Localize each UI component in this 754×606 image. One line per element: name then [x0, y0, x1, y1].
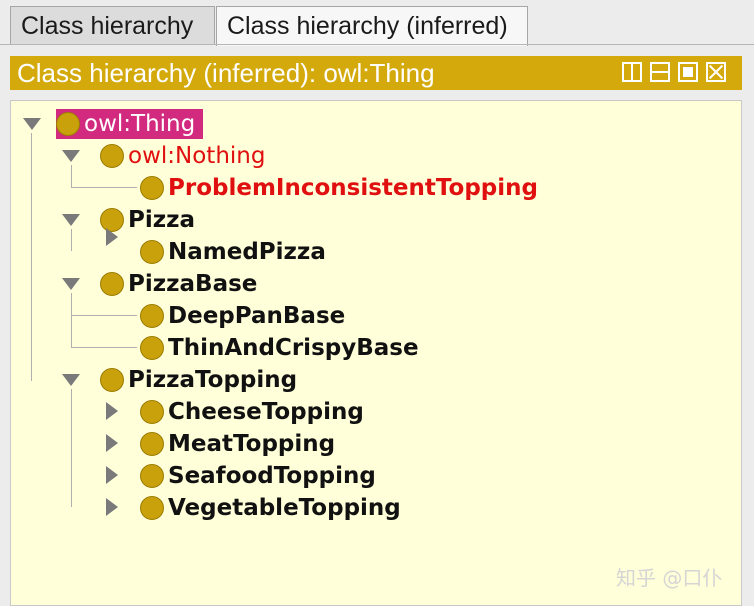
tree-node-label: PizzaBase: [128, 271, 258, 297]
tree-node-cheese-topping[interactable]: CheeseTopping: [140, 397, 364, 427]
tree-node-label: owl:Nothing: [128, 143, 266, 169]
tree-guide-line: [71, 229, 72, 251]
class-icon: [140, 400, 164, 424]
tree-node-label: Pizza: [128, 207, 196, 233]
tree-node-pizza-base[interactable]: PizzaBase: [100, 269, 257, 299]
tree-node-label: DeepPanBase: [168, 303, 346, 329]
minimize-icon[interactable]: [650, 62, 670, 82]
tree-guide-line: [71, 389, 72, 507]
tab-class-hierarchy[interactable]: Class hierarchy: [10, 6, 215, 44]
class-icon: [100, 272, 124, 296]
class-icon: [140, 304, 164, 328]
tab-bar: Class hierarchy Class hierarchy (inferre…: [0, 0, 754, 48]
class-icon: [100, 368, 124, 392]
split-view-icon[interactable]: [622, 62, 642, 82]
tree-node-label: ProblemInconsistentTopping: [168, 175, 538, 201]
tree-node-label: SeafoodTopping: [168, 463, 376, 489]
tree-node-label: ThinAndCrispyBase: [168, 335, 419, 361]
class-icon: [140, 336, 164, 360]
tree-guide-line: [71, 293, 72, 347]
tree-node-named-pizza[interactable]: NamedPizza: [140, 237, 326, 267]
tree-guide-line: [71, 347, 137, 348]
collapse-arrow-icon[interactable]: [62, 278, 80, 290]
tree-node-label: CheeseTopping: [168, 399, 364, 425]
tab-divider: [0, 44, 754, 45]
tree-node-label: VegetableTopping: [168, 495, 401, 521]
tree-node-problem-inconsistent-topping[interactable]: ProblemInconsistentTopping: [140, 173, 538, 203]
tree-guide-line: [31, 133, 32, 381]
tree-node-thin-and-crispy-base[interactable]: ThinAndCrispyBase: [140, 333, 419, 363]
maximize-icon[interactable]: [678, 62, 698, 82]
tree-node-meat-topping[interactable]: MeatTopping: [140, 429, 335, 459]
expand-arrow-icon[interactable]: [106, 228, 118, 246]
tree-node-seafood-topping[interactable]: SeafoodTopping: [140, 461, 376, 491]
class-tree-panel: owl:Thing owl:Nothing ProblemInconsisten…: [10, 100, 742, 606]
tree-guide-line: [71, 315, 137, 316]
expand-arrow-icon[interactable]: [106, 498, 118, 516]
close-icon[interactable]: [706, 62, 726, 82]
class-icon: [140, 464, 164, 488]
class-icon: [140, 240, 164, 264]
class-icon: [140, 176, 164, 200]
collapse-arrow-icon[interactable]: [62, 214, 80, 226]
view-title: Class hierarchy (inferred): owl:Thing: [17, 58, 435, 88]
class-icon: [100, 144, 124, 168]
tree-node-owl-nothing[interactable]: owl:Nothing: [100, 141, 265, 171]
tree-guide-line: [71, 165, 72, 187]
collapse-arrow-icon[interactable]: [62, 374, 80, 386]
tree-guide-line: [71, 187, 137, 188]
collapse-arrow-icon[interactable]: [23, 118, 41, 130]
tree-node-vegetable-topping[interactable]: VegetableTopping: [140, 493, 401, 523]
tab-class-hierarchy-inferred[interactable]: Class hierarchy (inferred): [216, 6, 528, 46]
tree-node-label: MeatTopping: [168, 431, 336, 457]
tree-node-label: owl:Thing: [84, 111, 196, 137]
tree-node-owl-thing[interactable]: owl:Thing: [56, 109, 204, 139]
watermark: 知乎 @口仆: [616, 566, 723, 590]
tree-node-deep-pan-base[interactable]: DeepPanBase: [140, 301, 345, 331]
class-icon: [140, 496, 164, 520]
class-icon: [56, 112, 80, 136]
expand-arrow-icon[interactable]: [106, 466, 118, 484]
expand-arrow-icon[interactable]: [106, 402, 118, 420]
view-header: Class hierarchy (inferred): owl:Thing: [10, 56, 742, 90]
class-icon: [140, 432, 164, 456]
tree-node-label: PizzaTopping: [128, 367, 298, 393]
collapse-arrow-icon[interactable]: [62, 150, 80, 162]
tree-node-label: NamedPizza: [168, 239, 326, 265]
expand-arrow-icon[interactable]: [106, 434, 118, 452]
tree-node-pizza-topping[interactable]: PizzaTopping: [100, 365, 297, 395]
